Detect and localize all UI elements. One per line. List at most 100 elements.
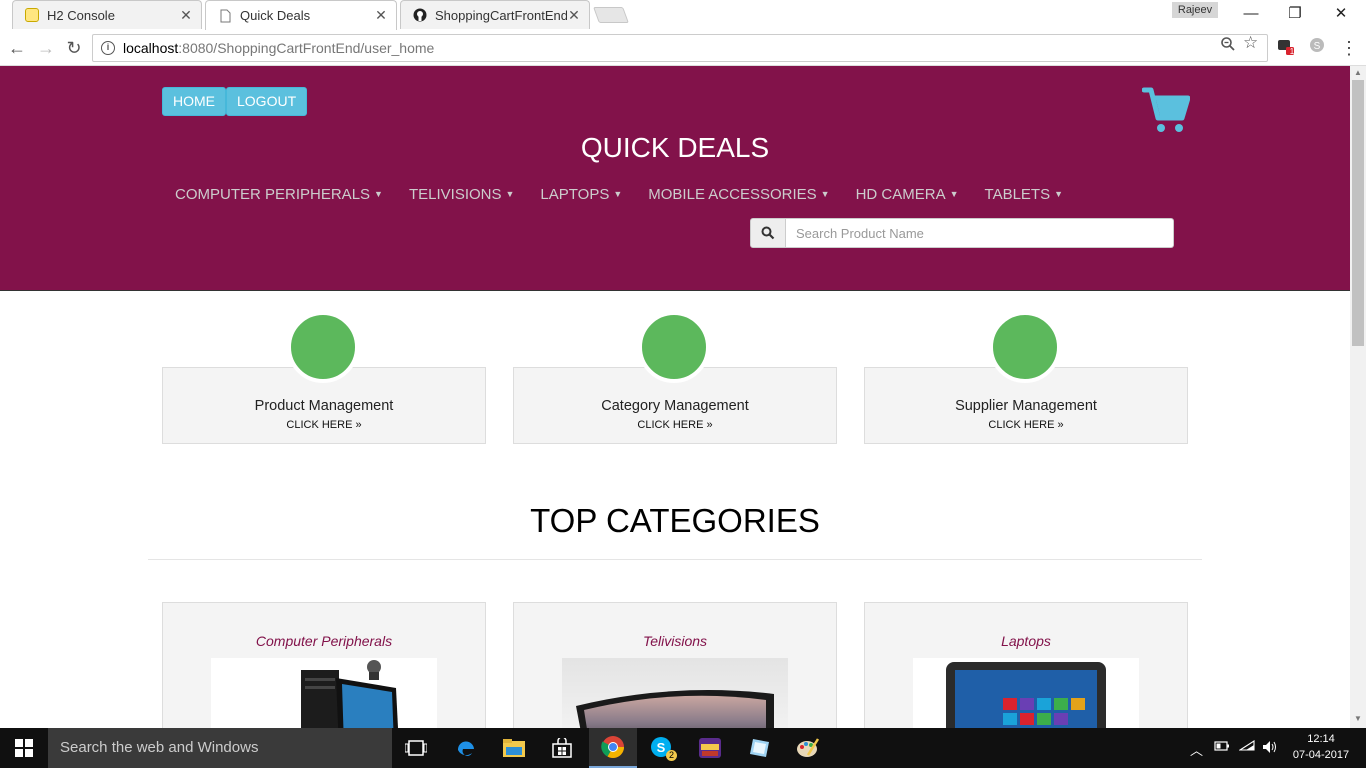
skype-badge: 2 [666, 750, 677, 761]
back-arrow-icon[interactable]: ← [5, 36, 29, 60]
card-title: Supplier Management [955, 398, 1097, 414]
nav-label: HD CAMERA [855, 186, 946, 203]
wifi-icon[interactable] [1238, 739, 1255, 755]
minimize-icon[interactable]: — [1228, 3, 1274, 25]
svg-text:S: S [657, 740, 666, 755]
page-scrollbar[interactable]: ▲ ▼ [1350, 66, 1366, 728]
category-card-computer-peripherals[interactable]: Computer Peripherals [162, 602, 486, 728]
windows-start-icon[interactable] [0, 728, 48, 768]
skype-extension-icon[interactable]: S [1306, 37, 1328, 59]
logout-button[interactable]: LOGOUT [226, 87, 308, 116]
scroll-down-icon[interactable]: ▼ [1350, 714, 1366, 726]
tab-title: H2 Console [47, 7, 115, 23]
store-icon[interactable] [538, 728, 586, 768]
battery-icon[interactable] [1214, 740, 1230, 755]
scroll-thumb[interactable] [1352, 80, 1364, 346]
windows-taskbar: Search the web and Windows S 2 ︿ 12:14 0… [0, 728, 1366, 768]
page-favicon-icon [218, 9, 232, 23]
category-card-laptops[interactable]: Laptops [864, 602, 1188, 728]
chrome-taskbar-icon[interactable] [589, 728, 637, 768]
caret-down-icon: ▼ [949, 189, 959, 199]
svg-text:S: S [1314, 41, 1321, 52]
top-categories-heading: TOP CATEGORIES [530, 502, 820, 539]
click-here-link[interactable]: CLICK HERE » [514, 419, 836, 431]
url-host: localhost [123, 40, 179, 56]
nav-telivisions[interactable]: TELIVISIONS ▼ [409, 186, 514, 203]
card-circle-icon [287, 311, 359, 383]
television-image[interactable] [562, 658, 788, 728]
paint-app-icon[interactable] [784, 728, 832, 768]
notes-app-icon[interactable] [736, 728, 784, 768]
nav-mobile-accessories[interactable]: MOBILE ACCESSORIES ▼ [648, 186, 829, 203]
tab-title: Quick Deals [240, 8, 311, 23]
nav-label: TELIVISIONS [408, 186, 502, 203]
taskbar-search-box[interactable]: Search the web and Windows [48, 728, 392, 768]
tab-close-icon[interactable]: ✕ [567, 7, 581, 24]
nav-laptops[interactable]: LAPTOPS ▼ [540, 186, 622, 203]
address-bar[interactable]: i localhost:8080/ShoppingCartFrontEnd/us… [92, 34, 1268, 62]
product-search [750, 218, 1174, 248]
show-hidden-icons[interactable]: ︿ [1190, 740, 1203, 759]
search-input[interactable] [786, 218, 1174, 248]
github-icon [413, 8, 427, 22]
tab-quick-deals[interactable]: Quick Deals ✕ [205, 0, 397, 30]
caret-down-icon: ▼ [505, 189, 515, 199]
reload-icon[interactable]: ↻ [62, 36, 86, 60]
click-here-link[interactable]: CLICK HERE » [163, 419, 485, 431]
volume-icon[interactable] [1262, 740, 1278, 757]
web-page: HOME LOGOUT QUICK DEALS COMPUTER PERIPHE… [0, 66, 1350, 728]
nav-computer-peripherals[interactable]: COMPUTER PERIPHERALS ▼ [175, 186, 383, 203]
zoom-icon[interactable] [1220, 36, 1236, 56]
site-title: QUICK DEALS [580, 132, 770, 163]
browser-toolbar: ← → ↻ i localhost:8080/ShoppingCartFront… [0, 30, 1366, 66]
nav-hd-camera[interactable]: HD CAMERA ▼ [856, 186, 959, 203]
tab-title: ShoppingCartFrontEndM [435, 7, 567, 23]
laptop-image[interactable] [913, 658, 1139, 728]
restore-icon[interactable]: ❐ [1272, 3, 1318, 25]
tab-close-icon[interactable]: ✕ [374, 7, 388, 24]
caret-down-icon: ▼ [820, 189, 830, 199]
tab-h2-console[interactable]: H2 Console ✕ [12, 0, 202, 29]
edge-browser-icon[interactable] [442, 728, 490, 768]
bookmark-star-icon[interactable]: ☆ [1243, 33, 1258, 53]
skype-taskbar-icon[interactable]: S 2 [638, 728, 686, 768]
category-name: Telivisions [642, 633, 708, 649]
shopping-cart-icon[interactable] [1141, 86, 1191, 134]
game-app-icon[interactable] [686, 728, 734, 768]
extension-icon[interactable]: 1 [1274, 37, 1296, 59]
new-tab-button[interactable] [593, 7, 629, 23]
category-card-telivisions[interactable]: Telivisions [513, 602, 837, 728]
section-divider [148, 559, 1202, 560]
url-path: :8080/ShoppingCartFrontEnd/user_home [178, 40, 435, 56]
card-title: Product Management [254, 398, 394, 414]
nav-label: LAPTOPS [540, 186, 610, 203]
category-name: Laptops [1001, 633, 1051, 649]
profile-button[interactable]: Rajeev [1172, 2, 1218, 18]
window-close-icon[interactable]: ✕ [1318, 3, 1364, 25]
caret-down-icon: ▼ [374, 189, 383, 199]
nav-label: TABLETS [984, 186, 1051, 203]
tab-github[interactable]: ShoppingCartFrontEndM ✕ [400, 0, 590, 29]
caret-down-icon: ▼ [613, 189, 623, 199]
computer-peripherals-image[interactable] [211, 658, 437, 728]
forward-arrow-icon[interactable]: → [34, 36, 58, 60]
file-explorer-icon[interactable] [490, 728, 538, 768]
nav-label: MOBILE ACCESSORIES [648, 186, 817, 203]
taskbar-clock[interactable]: 12:14 07-04-2017 [1286, 731, 1356, 763]
task-view-icon[interactable] [392, 728, 440, 768]
h2-favicon-icon [25, 8, 39, 22]
tab-close-icon[interactable]: ✕ [179, 7, 193, 24]
category-nav: COMPUTER PERIPHERALS ▼ TELIVISIONS ▼ LAPTO… [175, 186, 1089, 203]
browser-tabstrip: H2 Console ✕ Quick Deals ✕ ShoppingCartF… [0, 0, 1366, 30]
card-title: Category Management [601, 398, 749, 414]
scroll-up-icon[interactable]: ▲ [1350, 68, 1366, 80]
card-circle-icon [989, 311, 1061, 383]
click-here-link[interactable]: CLICK HERE » [865, 419, 1187, 431]
site-info-icon[interactable]: i [101, 41, 115, 55]
card-circle-icon [638, 311, 710, 383]
nav-tablets[interactable]: TABLETS ▼ [985, 186, 1064, 203]
search-icon[interactable] [750, 218, 786, 248]
home-button[interactable]: HOME [162, 87, 226, 116]
nav-label: COMPUTER PERIPHERALS [175, 186, 371, 203]
menu-icon[interactable]: ⋮ [1338, 37, 1360, 59]
